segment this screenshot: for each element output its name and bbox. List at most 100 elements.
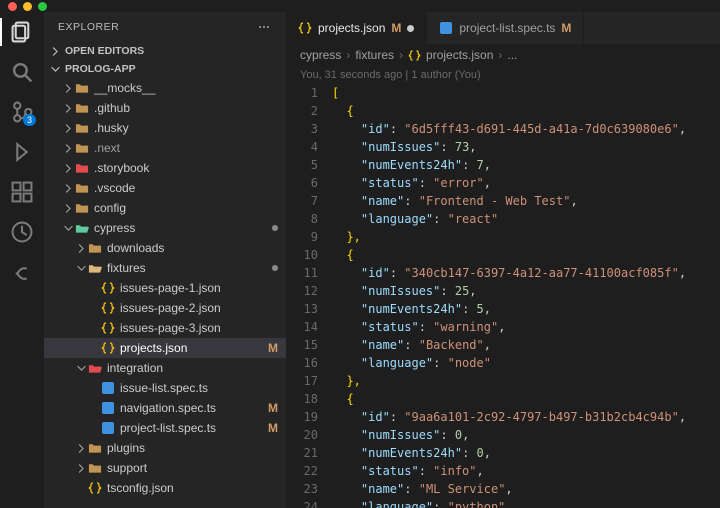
project-section[interactable]: PROLOG-APP	[44, 60, 286, 78]
tree-folder[interactable]: plugins	[44, 438, 286, 458]
tree-item-label: .next	[94, 141, 278, 155]
folder-icon	[74, 181, 90, 195]
tree-folder[interactable]: fixtures	[44, 258, 286, 278]
maximize-window-icon[interactable]	[38, 2, 47, 11]
tree-folder[interactable]: .github	[44, 98, 286, 118]
tree-item-label: integration	[107, 361, 278, 375]
breadcrumb-item[interactable]: projects.json	[426, 48, 493, 62]
tree-item-label: tsconfig.json	[107, 481, 278, 495]
tree-folder[interactable]: .next	[44, 138, 286, 158]
modified-badge: M	[268, 401, 278, 415]
tree-item-label: cypress	[94, 221, 266, 235]
share-icon[interactable]	[10, 260, 34, 284]
explorer-icon[interactable]	[10, 20, 34, 44]
json-icon	[100, 341, 116, 355]
json-icon	[87, 481, 103, 495]
folder-icon	[87, 361, 103, 375]
close-window-icon[interactable]	[8, 2, 17, 11]
tree-item-label: issue-list.spec.ts	[120, 381, 278, 395]
tree-file[interactable]: project-list.spec.ts M	[44, 418, 286, 438]
ts-icon	[100, 421, 116, 435]
source-control-icon[interactable]: 3	[10, 100, 34, 124]
code-editor[interactable]: 1234567891011121314151617181920212223242…	[286, 84, 720, 508]
tree-item-label: fixtures	[107, 261, 266, 275]
tree-folder[interactable]: support	[44, 458, 286, 478]
chevron-right-icon	[76, 443, 87, 454]
search-icon[interactable]	[10, 60, 34, 84]
folder-icon	[87, 261, 103, 275]
tree-item-label: __mocks__	[94, 81, 278, 95]
folder-icon	[87, 441, 103, 455]
explorer-title: EXPLORER	[58, 21, 119, 33]
dirty-dot-icon	[272, 265, 278, 271]
modified-badge: M	[391, 21, 401, 35]
minimize-window-icon[interactable]	[23, 2, 32, 11]
chevron-right-icon	[63, 83, 74, 94]
tree-file[interactable]: tsconfig.json	[44, 478, 286, 498]
chevron-right-icon	[63, 143, 74, 154]
extensions-icon[interactable]	[10, 180, 34, 204]
breadcrumb-separator-icon: ›	[498, 48, 502, 62]
chevron-down-icon	[63, 223, 74, 234]
tree-item-label: navigation.spec.ts	[120, 401, 262, 415]
timeline-icon[interactable]	[10, 220, 34, 244]
tree-file[interactable]: issues-page-3.json	[44, 318, 286, 338]
run-debug-icon[interactable]	[10, 140, 34, 164]
open-editors-label: OPEN EDITORS	[65, 45, 144, 57]
folder-icon	[87, 241, 103, 255]
tree-file[interactable]: issues-page-2.json	[44, 298, 286, 318]
breadcrumb-item[interactable]: ...	[507, 48, 517, 62]
modified-badge: M	[561, 21, 571, 35]
activity-bar: 3	[0, 12, 44, 508]
open-editors-section[interactable]: OPEN EDITORS	[44, 42, 286, 60]
tree-folder[interactable]: integration	[44, 358, 286, 378]
tab-label: project-list.spec.ts	[459, 21, 555, 35]
chevron-right-icon	[76, 463, 87, 474]
unsaved-dot-icon	[407, 25, 414, 32]
chevron-right-icon	[63, 203, 74, 214]
more-actions-icon[interactable]	[256, 20, 272, 34]
folder-icon	[74, 201, 90, 215]
chevron-right-icon	[63, 103, 74, 114]
tree-file[interactable]: navigation.spec.ts M	[44, 398, 286, 418]
breadcrumb-item[interactable]: fixtures	[355, 48, 394, 62]
tree-file[interactable]: issues-page-1.json	[44, 278, 286, 298]
file-tree: __mocks__ .github .husky .next .storybook.vs…	[44, 78, 286, 508]
folder-icon	[74, 141, 90, 155]
tree-item-label: .husky	[94, 121, 278, 135]
breadcrumb-item[interactable]: cypress	[300, 48, 341, 62]
tree-folder[interactable]: .storybook	[44, 158, 286, 178]
window-titlebar	[0, 0, 720, 12]
ts-icon	[439, 21, 453, 35]
folder-icon	[74, 101, 90, 115]
json-icon	[100, 281, 116, 295]
folder-icon	[87, 461, 103, 475]
tree-folder[interactable]: .vscode	[44, 178, 286, 198]
chevron-right-icon	[63, 163, 74, 174]
editor-tabs: projects.jsonM project-list.spec.ts M	[286, 12, 720, 44]
tree-item-label: .github	[94, 101, 278, 115]
tree-folder[interactable]: cypress	[44, 218, 286, 238]
tree-folder[interactable]: downloads	[44, 238, 286, 258]
breadcrumb[interactable]: cypress›fixtures›projects.json›...	[286, 44, 720, 66]
chevron-down-icon	[76, 263, 87, 274]
tree-file[interactable]: projects.jsonM	[44, 338, 286, 358]
chevron-right-icon	[76, 243, 87, 254]
tree-item-label: support	[107, 461, 278, 475]
tree-folder[interactable]: config	[44, 198, 286, 218]
sidebar: EXPLORER OPEN EDITORS PROLOG-APP __mocks…	[44, 12, 286, 508]
folder-icon	[74, 221, 90, 235]
chevron-down-icon	[76, 363, 87, 374]
modified-badge: M	[268, 341, 278, 355]
editor-tab[interactable]: projects.jsonM	[286, 12, 427, 44]
tree-file[interactable]: issue-list.spec.ts	[44, 378, 286, 398]
tree-item-label: project-list.spec.ts	[120, 421, 262, 435]
editor-tab[interactable]: project-list.spec.ts M	[427, 12, 584, 44]
tree-folder[interactable]: .husky	[44, 118, 286, 138]
modified-badge: M	[268, 421, 278, 435]
code-content[interactable]: [ { "id": "6d5fff43-d691-445d-a41a-7d0c6…	[332, 84, 720, 508]
folder-icon	[74, 121, 90, 135]
tree-folder[interactable]: __mocks__	[44, 78, 286, 98]
ts-icon	[100, 381, 116, 395]
json-icon	[298, 21, 312, 35]
